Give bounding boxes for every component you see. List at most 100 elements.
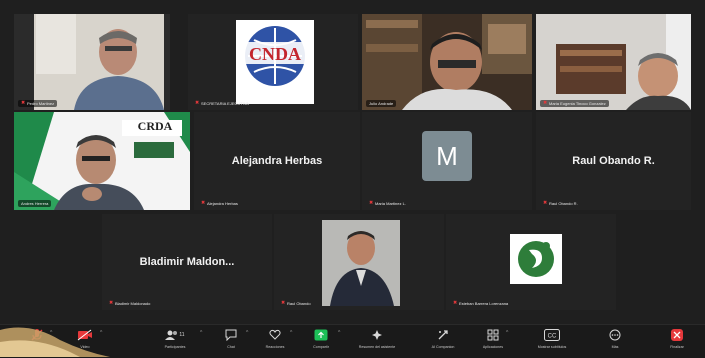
summary-label: Resumen del asistente <box>358 345 396 349</box>
leave-icon <box>667 327 687 343</box>
reactions-label: Reacciones <box>265 345 285 349</box>
name-tag: ✖ SECRETARIA EJECUTIVA <box>192 100 252 107</box>
participants-options-chevron-icon[interactable]: ^ <box>200 330 202 336</box>
name-tag: ✖ Maria Martinez L. <box>366 200 409 207</box>
participant-tile-p1[interactable]: ✖ Pedro Martinez <box>14 14 170 110</box>
mic-muted-icon: ✖ <box>21 100 26 106</box>
chat-options-chevron-icon[interactable]: ^ <box>246 330 248 336</box>
apps-button[interactable]: Aplicaciones <box>468 327 518 349</box>
participant-tile-p9[interactable]: Bladimir Maldon... ✖ Bladimir Maldonado <box>102 214 272 310</box>
avatar-letter: M <box>436 140 458 171</box>
participant-video <box>274 214 444 310</box>
more-label: Más <box>611 345 619 349</box>
leave-label: Finalizar <box>670 345 684 349</box>
participant-tile-p8[interactable]: Raul Obando R. ✖ Raul Obando R. <box>536 112 691 210</box>
mic-muted-icon <box>27 327 47 343</box>
share-label: Compartir <box>313 345 329 349</box>
participant-name: Pedro Martinez <box>27 101 55 106</box>
cnda-logo-text: CNDA <box>249 44 301 64</box>
audio-button[interactable]: Audio <box>12 327 62 349</box>
chat-icon <box>221 327 241 343</box>
crda-logo-text: CRDA <box>137 119 173 133</box>
name-tag: ✖ Bladimir Maldonado <box>106 300 153 307</box>
reactions-button[interactable]: Reacciones <box>250 327 300 349</box>
mic-muted-icon: ✖ <box>201 200 206 206</box>
participant-tile-p11[interactable]: ✖ Esteban Barrera Lorenzana <box>446 214 616 310</box>
reactions-options-chevron-icon[interactable]: ^ <box>290 330 292 336</box>
ai-companion-button[interactable]: AI Companion <box>418 327 468 349</box>
ai-companion-label: AI Companion <box>431 345 455 349</box>
name-tag: ✖ Raul Obando R. <box>540 200 581 207</box>
ai-companion-icon <box>433 327 453 343</box>
participant-name: Raul Obando <box>287 301 311 306</box>
participant-avatar: M <box>422 131 472 181</box>
participant-tile-p2[interactable]: CNDA ✖ SECRETARIA EJECUTIVA <box>188 14 358 110</box>
audio-label: Audio <box>32 345 42 349</box>
mic-muted-icon: ✖ <box>453 300 458 306</box>
participant-name: Esteban Barrera Lorenzana <box>459 301 509 306</box>
participant-video <box>14 14 170 110</box>
video-options-chevron-icon[interactable]: ^ <box>100 330 102 336</box>
participant-logo <box>446 214 616 310</box>
participant-name: Maria Martinez L. <box>375 201 406 206</box>
name-tag: Julio Andrade <box>366 100 397 107</box>
participant-name: Raul Obando R. <box>549 201 578 206</box>
video-label: Video <box>80 345 90 349</box>
apps-options-chevron-icon[interactable]: ^ <box>506 330 508 336</box>
captions-label: Mostrar subtítulos <box>537 345 567 349</box>
svg-text:CC: CC <box>548 334 557 340</box>
participant-name: Bladimir Maldonado <box>115 301 151 306</box>
participant-tile-p6[interactable]: Alejandra Herbas ✖ Alejandra Herbas <box>194 112 360 210</box>
audio-options-chevron-icon[interactable]: ^ <box>50 330 52 336</box>
chat-button[interactable]: Chat <box>206 327 256 349</box>
leave-button[interactable]: Finalizar <box>652 327 702 349</box>
participants-label: Participantes <box>164 345 186 349</box>
name-tag: ✖ Pedro Martinez <box>18 100 58 107</box>
participant-tile-p10[interactable]: ✖ Raul Obando <box>274 214 444 310</box>
apps-label: Aplicaciones <box>482 345 504 349</box>
participant-display-name: Bladimir Maldon... <box>139 256 235 268</box>
video-gallery: ✖ Pedro Martinez CNDA ✖ SECRETARIA EJECU… <box>0 0 705 324</box>
share-screen-icon <box>311 327 331 343</box>
video-off-icon <box>75 327 95 343</box>
name-tag: ✖ Raul Obando <box>278 300 314 307</box>
participant-display-name: Alejandra Herbas <box>231 155 323 167</box>
meeting-toolbar: Audio ^ Video ^ 11 Participantes ^ Chat … <box>0 324 705 358</box>
participant-tile-p3[interactable]: Julio Andrade <box>362 14 532 110</box>
participant-name: SECRETARIA EJECUTIVA <box>201 101 249 106</box>
share-options-chevron-icon[interactable]: ^ <box>338 330 340 336</box>
chat-label: Chat <box>227 345 235 349</box>
participant-video <box>536 14 691 110</box>
summary-icon <box>367 327 387 343</box>
participants-icon: 11 <box>161 327 189 343</box>
participant-tile-p7[interactable]: M ✖ Maria Martinez L. <box>362 112 532 210</box>
participant-name: Maria Eugenia Tinoco Gonzalez <box>549 101 606 106</box>
participant-name: Andres Herrera <box>21 201 49 206</box>
mic-muted-icon: ✖ <box>543 200 548 206</box>
participant-tile-p5[interactable]: CRDA Andres Herrera <box>14 112 190 210</box>
more-button[interactable]: Más <box>590 327 640 349</box>
mic-muted-icon: ✖ <box>543 100 548 106</box>
mic-muted-icon: ✖ <box>281 300 286 306</box>
mic-muted-icon: ✖ <box>195 100 200 106</box>
more-icon <box>605 327 625 343</box>
participants-count: 11 <box>179 332 185 338</box>
captions-icon: CC <box>542 327 562 343</box>
mic-muted-icon: ✖ <box>109 300 114 306</box>
heart-icon <box>265 327 285 343</box>
apps-icon <box>483 327 503 343</box>
participant-tile-p4[interactable]: ✖ Maria Eugenia Tinoco Gonzalez <box>536 14 691 110</box>
mic-muted-icon: ✖ <box>369 200 374 206</box>
name-tag: ✖ Maria Eugenia Tinoco Gonzalez <box>540 100 609 107</box>
participant-name: Julio Andrade <box>369 101 394 106</box>
name-tag: ✖ Alejandra Herbas <box>198 200 241 207</box>
summary-button[interactable]: Resumen del asistente <box>352 327 402 349</box>
participant-name: Alejandra Herbas <box>207 201 238 206</box>
captions-button[interactable]: CC Mostrar subtítulos <box>527 327 577 349</box>
participant-display-name: Raul Obando R. <box>572 155 655 167</box>
name-tag: Andres Herrera <box>18 200 52 207</box>
video-button[interactable]: Video <box>60 327 110 349</box>
participant-video <box>362 14 532 110</box>
participants-button[interactable]: 11 Participantes <box>150 327 200 349</box>
name-tag: ✖ Esteban Barrera Lorenzana <box>450 300 511 307</box>
